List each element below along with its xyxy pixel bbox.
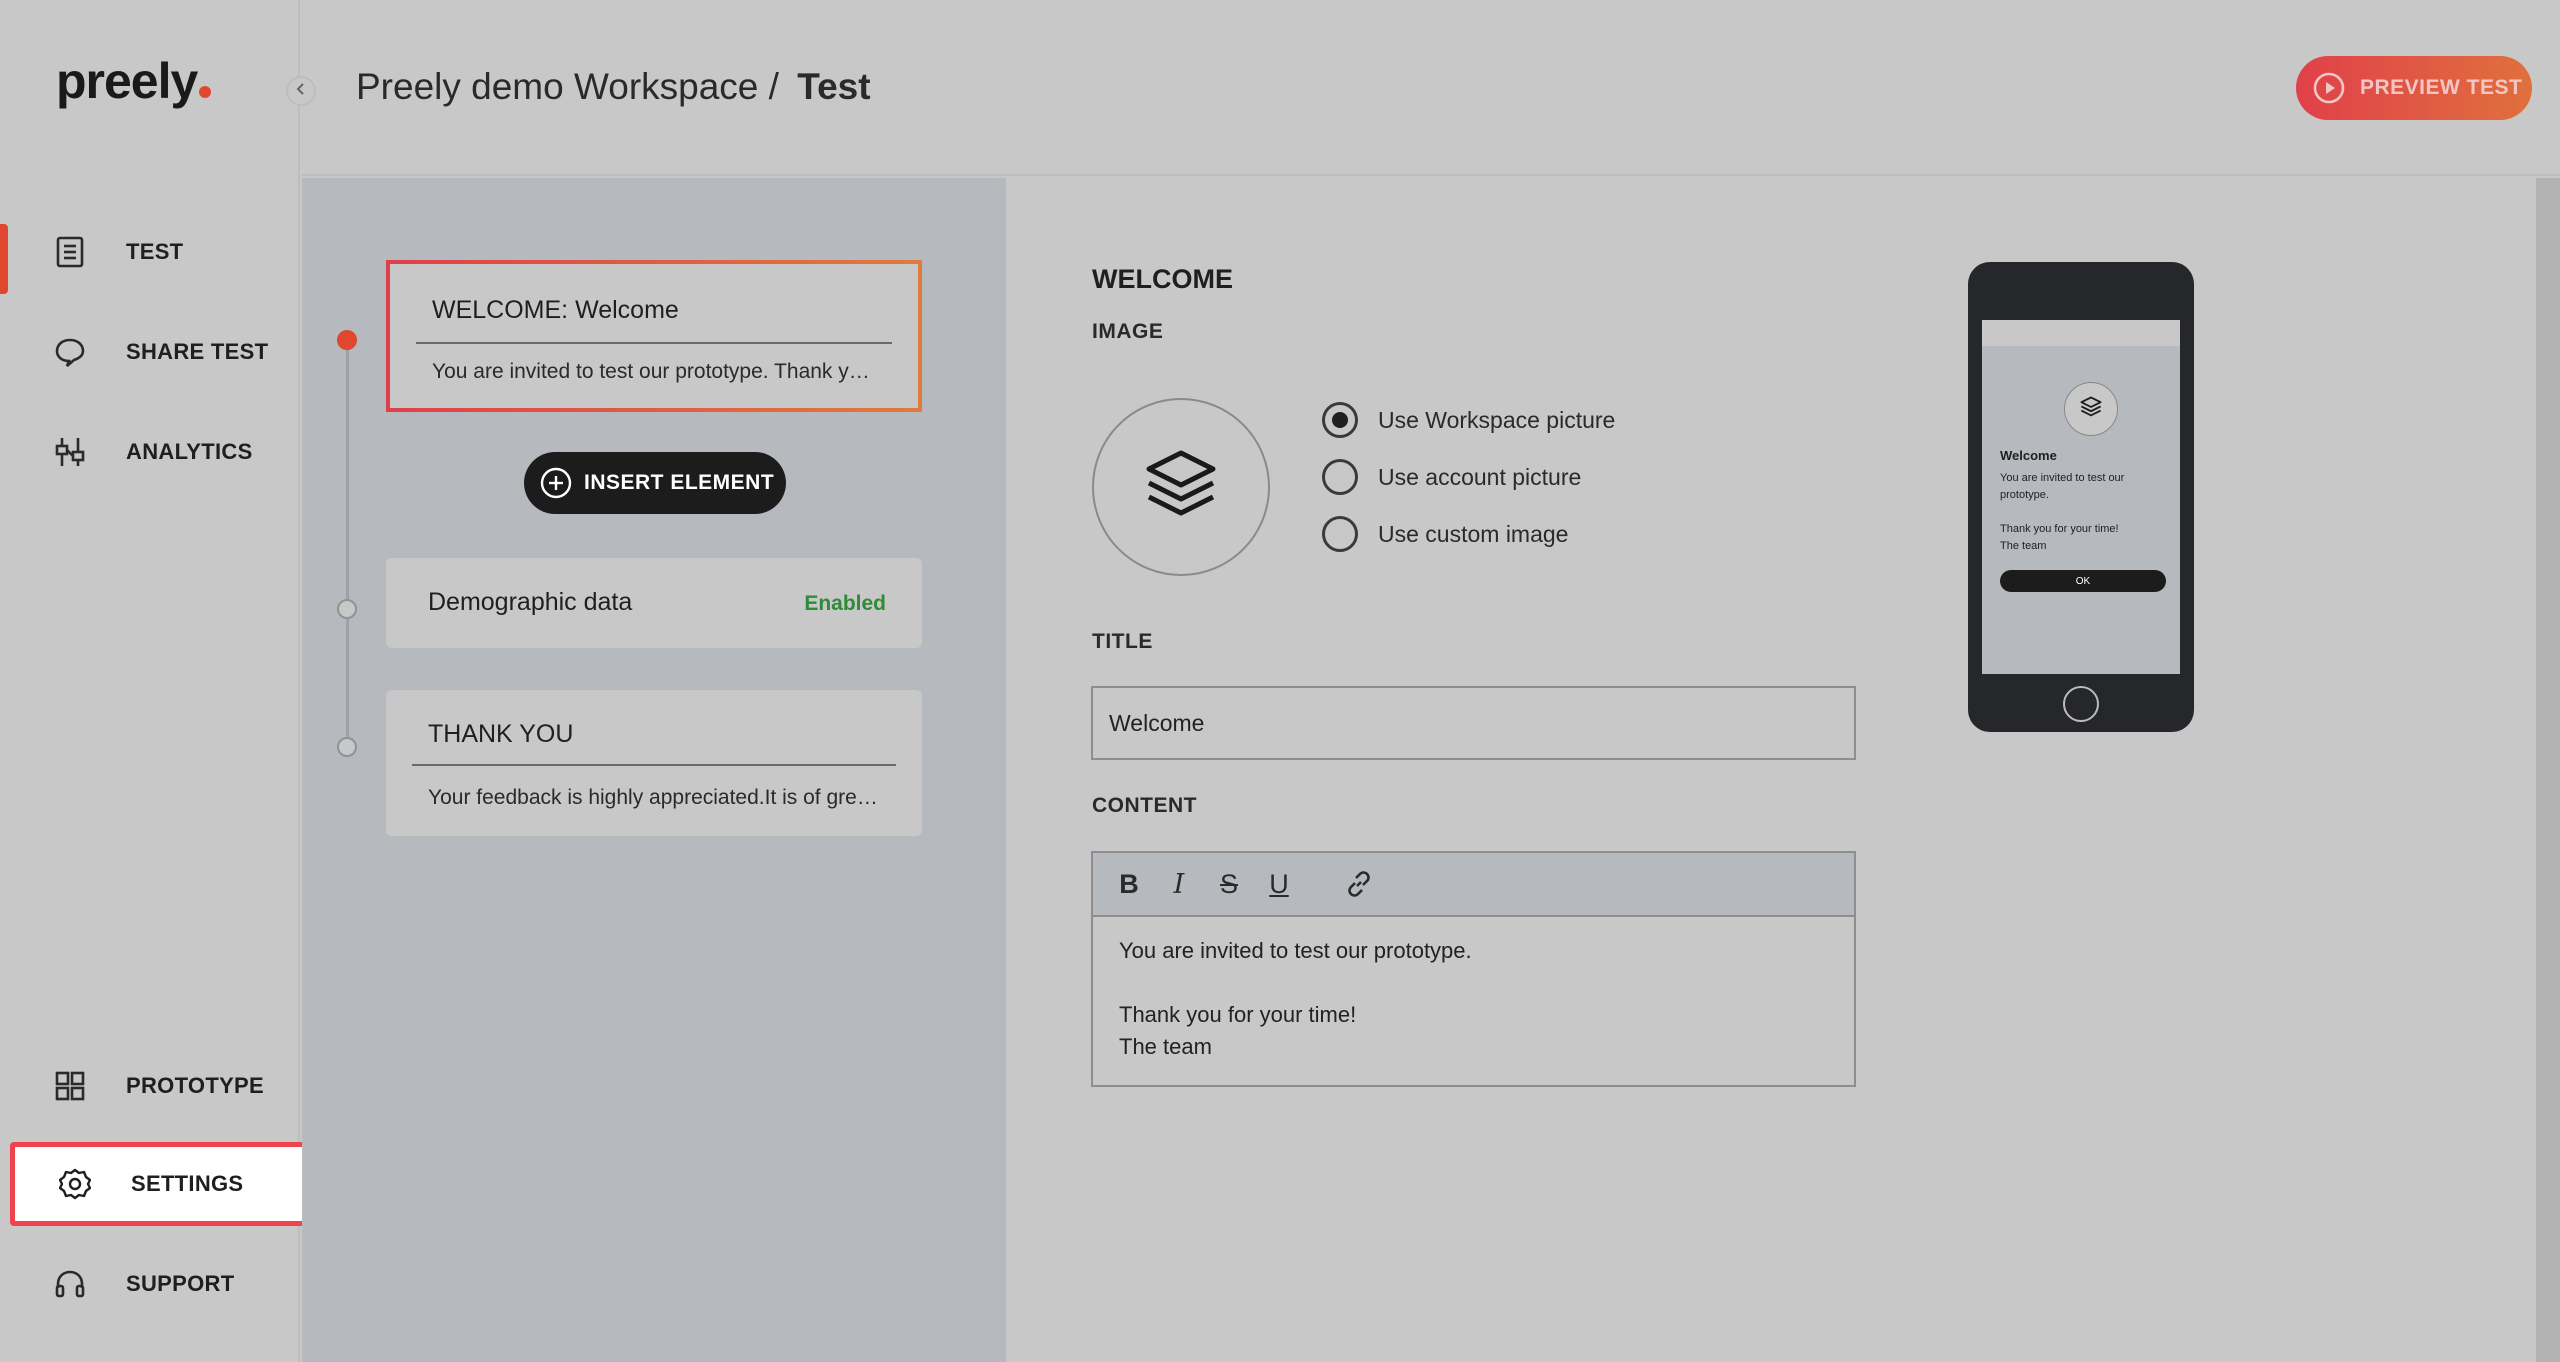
radio-circle[interactable]	[1322, 516, 1358, 552]
phone-screen: Welcome You are invited to test our prot…	[1982, 320, 2180, 674]
sidebar-item-test[interactable]: TEST	[0, 212, 300, 294]
card-divider	[416, 342, 892, 344]
flow-step-marker	[337, 599, 357, 619]
phone-avatar	[2064, 382, 2118, 436]
italic-icon[interactable]: I	[1161, 866, 1197, 902]
sidebar-item-prototype[interactable]: PROTOTYPE	[0, 1046, 300, 1126]
chat-bubble-icon	[52, 334, 88, 370]
sidebar-item-label: PROTOTYPE	[126, 1073, 264, 1098]
status-badge: Enabled	[804, 592, 886, 615]
header: Preely demo Workspace / Test PREVIEW TES…	[302, 0, 2560, 176]
breadcrumb-workspace[interactable]: Preely demo Workspace /	[356, 66, 779, 107]
sidebar-item-analytics[interactable]: ANALYTICS	[0, 412, 300, 492]
content-line: The team	[1119, 1034, 1212, 1059]
grid-icon	[52, 1068, 88, 1104]
section-title: WELCOME	[1092, 264, 1233, 294]
phone-text-line: Thank you for your time!	[2000, 523, 2119, 535]
preview-test-label: PREVIEW TEST	[2360, 76, 2523, 99]
content-line: You are invited to test our prototype.	[1119, 938, 1472, 963]
underline-icon[interactable]: U	[1261, 866, 1297, 902]
link-icon[interactable]	[1341, 866, 1377, 902]
card-title: THANK YOU	[428, 720, 574, 748]
editor-toolbar: B I S U	[1093, 853, 1854, 917]
thank-you-card[interactable]: THANK YOU Your feedback is highly apprec…	[386, 690, 922, 836]
card-title: Demographic data	[428, 588, 633, 616]
flow-step-marker-active	[337, 330, 357, 350]
breadcrumb: Preely demo Workspace / Test	[356, 66, 871, 108]
phone-text-line: The team	[2000, 540, 2047, 552]
phone-text: You are invited to test our prototype. T…	[2000, 470, 2170, 555]
strikethrough-icon[interactable]: S	[1211, 866, 1247, 902]
radio-label: Use custom image	[1378, 520, 1569, 547]
sidebar-item-support[interactable]: SUPPORT	[0, 1244, 300, 1324]
headset-icon	[52, 1266, 88, 1302]
sidebar-item-label: SHARE TEST	[126, 339, 269, 364]
title-input-value: Welcome	[1109, 709, 1205, 736]
flow-step-marker	[337, 737, 357, 757]
workspace-avatar	[1092, 398, 1270, 576]
chevron-left-icon	[295, 82, 307, 101]
editor-content[interactable]: You are invited to test our prototype. T…	[1093, 917, 1854, 1081]
radio-circle[interactable]	[1322, 459, 1358, 495]
welcome-card[interactable]: WELCOME: Welcome You are invited to test…	[386, 260, 922, 412]
collapse-sidebar-button[interactable]	[286, 76, 316, 106]
insert-element-button[interactable]: INSERT ELEMENT	[524, 452, 786, 514]
preview-test-button[interactable]: PREVIEW TEST	[2296, 56, 2532, 120]
gear-icon	[57, 1166, 93, 1202]
radio-label: Use Workspace picture	[1378, 406, 1616, 433]
scrollbar[interactable]	[2536, 178, 2560, 1362]
preely-logo[interactable]: preely	[56, 52, 212, 110]
phone-text-spacer	[2000, 504, 2170, 521]
layers-icon	[2079, 395, 2103, 424]
radio-account-picture[interactable]: Use account picture	[1322, 457, 1581, 497]
sidebar-item-settings[interactable]: SETTINGS	[10, 1142, 322, 1226]
sidebar-item-label: ANALYTICS	[126, 439, 253, 464]
bold-icon[interactable]: B	[1111, 866, 1147, 902]
breadcrumb-current: Test	[797, 66, 871, 107]
plus-circle-icon	[540, 467, 572, 499]
phone-home-button	[2063, 686, 2099, 722]
content-label: CONTENT	[1092, 794, 1197, 817]
radio-workspace-picture[interactable]: Use Workspace picture	[1322, 400, 1615, 440]
sidebar-item-label: TEST	[126, 239, 184, 264]
document-icon	[52, 234, 88, 270]
content-line: Thank you for your time!	[1119, 1002, 1357, 1027]
layers-icon	[1141, 445, 1221, 530]
insert-element-label: INSERT ELEMENT	[584, 471, 775, 494]
sliders-icon	[52, 434, 88, 470]
demographic-card[interactable]: Demographic data Enabled	[386, 558, 922, 648]
sidebar-item-label: SETTINGS	[131, 1171, 244, 1196]
phone-text-line: You are invited to test our prototype.	[2000, 472, 2125, 501]
title-label: TITLE	[1092, 630, 1153, 653]
sidebar-item-share-test[interactable]: SHARE TEST	[0, 312, 300, 392]
card-body: Your feedback is highly appreciated.It i…	[428, 786, 882, 809]
phone-ok-button: OK	[2000, 570, 2166, 592]
phone-title: Welcome	[2000, 448, 2057, 463]
logo-dot	[199, 86, 212, 98]
editor-panel	[1006, 178, 2536, 1362]
phone-status-bar	[1982, 320, 2180, 346]
card-title: WELCOME: Welcome	[432, 296, 679, 324]
content-editor[interactable]: B I S U You are invited to test our prot…	[1091, 851, 1856, 1087]
phone-preview: Welcome You are invited to test our prot…	[1968, 262, 2194, 732]
title-input[interactable]: Welcome	[1091, 686, 1856, 760]
radio-custom-image[interactable]: Use custom image	[1322, 514, 1568, 554]
play-circle-icon	[2312, 71, 2346, 105]
sidebar: preely TEST SHARE TEST ANALYTICS PROTOTY…	[0, 0, 322, 1362]
image-label: IMAGE	[1092, 320, 1164, 343]
radio-label: Use account picture	[1378, 463, 1582, 490]
card-divider	[412, 764, 896, 766]
sidebar-item-label: SUPPORT	[126, 1271, 235, 1296]
flow-connector	[346, 340, 349, 750]
card-body: You are invited to test our prototype. T…	[432, 360, 878, 383]
radio-circle[interactable]	[1322, 402, 1358, 438]
